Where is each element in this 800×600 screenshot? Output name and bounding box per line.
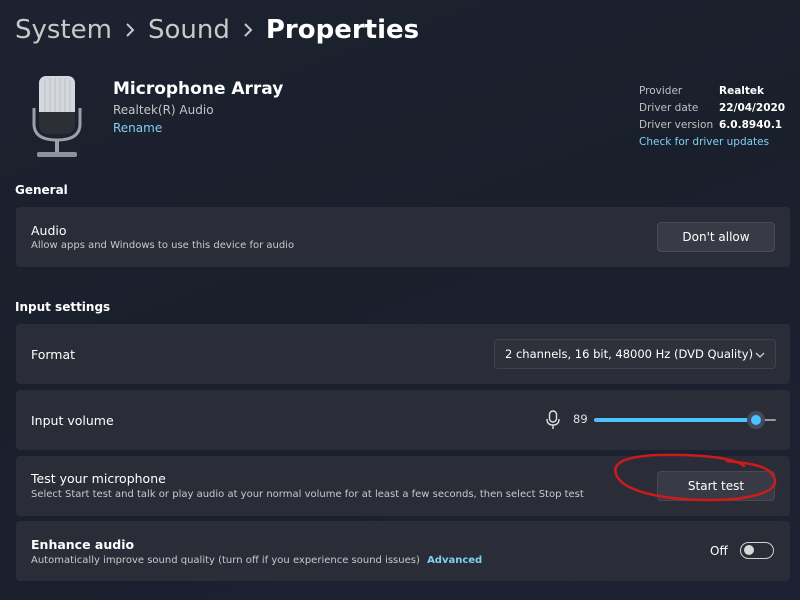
driver-date-value: 22/04/2020	[719, 102, 786, 114]
chevron-right-icon	[125, 22, 135, 38]
enhance-audio-description-row: Automatically improve sound quality (tur…	[31, 555, 482, 566]
audio-description: Allow apps and Windows to use this devic…	[31, 240, 295, 251]
section-title-input-settings: Input settings	[15, 300, 111, 314]
enhance-audio-toggle[interactable]	[740, 542, 774, 559]
device-manufacturer: Realtek(R) Audio	[113, 103, 214, 117]
volume-slider-thumb[interactable]	[746, 411, 765, 429]
input-volume-card: Input volume 89	[16, 390, 790, 450]
chevron-down-icon	[755, 347, 765, 361]
volume-value: 89	[573, 412, 588, 426]
audio-card: Audio Allow apps and Windows to use this…	[16, 207, 790, 267]
input-volume-label: Input volume	[31, 413, 114, 428]
microphone-device-icon	[26, 74, 88, 160]
dont-allow-button[interactable]: Don't allow	[657, 222, 775, 252]
test-microphone-description: Select Start test and talk or play audio…	[31, 489, 584, 500]
enhance-audio-title: Enhance audio	[31, 537, 135, 552]
chevron-right-icon	[243, 22, 253, 38]
advanced-link[interactable]: Advanced	[427, 555, 482, 566]
enhance-audio-state: Off	[710, 544, 728, 558]
breadcrumb-system[interactable]: System	[15, 15, 112, 45]
rename-link[interactable]: Rename	[113, 121, 162, 135]
driver-version-label: Driver version	[639, 119, 714, 131]
audio-title: Audio	[31, 223, 67, 238]
format-card: Format 2 channels, 16 bit, 48000 Hz (DVD…	[16, 324, 790, 384]
breadcrumb-sound[interactable]: Sound	[148, 15, 230, 45]
volume-slider-fill	[594, 418, 756, 422]
enhance-audio-description: Automatically improve sound quality (tur…	[31, 555, 420, 566]
provider-value: Realtek	[719, 85, 765, 97]
enhance-audio-card: Enhance audio Automatically improve soun…	[16, 521, 790, 581]
format-dropdown[interactable]: 2 channels, 16 bit, 48000 Hz (DVD Qualit…	[494, 339, 776, 369]
device-name: Microphone Array	[113, 79, 284, 99]
page-title: Properties	[265, 15, 420, 45]
breadcrumb: System Sound Properties	[15, 12, 419, 48]
microphone-icon[interactable]	[546, 410, 560, 434]
toggle-knob	[744, 545, 754, 555]
format-dropdown-value: 2 channels, 16 bit, 48000 Hz (DVD Qualit…	[505, 347, 754, 361]
check-driver-updates-link[interactable]: Check for driver updates	[639, 136, 769, 148]
start-test-button[interactable]: Start test	[657, 471, 775, 501]
driver-date-label: Driver date	[639, 102, 699, 114]
provider-label: Provider	[639, 85, 683, 97]
test-microphone-card: Test your microphone Select Start test a…	[16, 456, 790, 516]
format-label: Format	[31, 347, 76, 362]
driver-version-value: 6.0.8940.1	[719, 119, 783, 131]
test-microphone-title: Test your microphone	[31, 471, 166, 486]
section-title-general: General	[15, 183, 68, 197]
